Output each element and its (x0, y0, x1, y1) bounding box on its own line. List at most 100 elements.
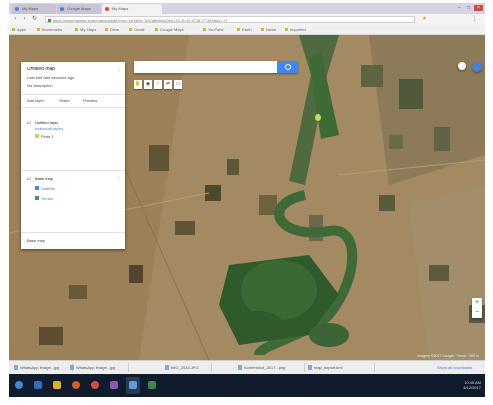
screen: My Maps Google Maps My Maps – □ × ‹ › ↻ … (9, 3, 485, 397)
start-button[interactable] (12, 377, 26, 394)
folder-icon (53, 381, 61, 389)
marker-icon[interactable]: ◆ (144, 80, 152, 89)
layer-options-icon[interactable]: ⋮ (117, 176, 121, 181)
taskbar-app-active[interactable] (126, 377, 140, 394)
layer-item[interactable]: Terrain (41, 196, 53, 201)
download-item[interactable]: Screenshot_2017...png (237, 363, 305, 372)
zoom-control: + − (472, 298, 482, 318)
minimize-button[interactable]: – (455, 5, 464, 11)
last-edit-text: Last edit was seconds ago (27, 75, 75, 80)
layer-style-link[interactable]: Individual styles (35, 126, 63, 131)
reload-button[interactable]: ↻ (31, 16, 38, 23)
layer-checkbox-icon[interactable]: ☑ (27, 120, 31, 125)
bookmark-item[interactable]: Gmail (129, 26, 144, 33)
tab-favicon (15, 7, 19, 11)
map-canvas[interactable]: ✋ ◆ ∕ ⇄ ▭ Untitled map ⋮ Last edit was s… (9, 35, 485, 360)
tab-label: Google Maps (67, 6, 91, 11)
preview-button[interactable]: Preview (83, 98, 97, 103)
line-icon[interactable]: ∕ (154, 80, 162, 89)
ruler-icon[interactable]: ▭ (174, 80, 182, 89)
tab-3-active[interactable]: My Maps (102, 4, 162, 14)
apps-grid-icon[interactable] (458, 62, 466, 70)
download-item[interactable]: map_export.kml (307, 363, 375, 372)
map-description[interactable]: No description (27, 83, 53, 88)
downloads-shelf: WhatsApp Image...jpg WhatsApp Image...jp… (9, 360, 485, 374)
route-icon[interactable]: ⇄ (164, 80, 172, 89)
layer-checkbox-icon[interactable]: ☑ (27, 176, 31, 181)
start-icon (15, 381, 23, 389)
download-item[interactable]: WhatsApp Image...jpg (13, 363, 73, 372)
download-item[interactable]: IMG_2034.JPG (164, 363, 212, 372)
zoom-in-button[interactable]: + (472, 298, 482, 308)
taskbar-app[interactable] (31, 377, 45, 394)
panel-divider (21, 170, 125, 171)
add-layer-button[interactable]: Add layer (27, 98, 44, 103)
download-item[interactable]: WhatsApp Image...jpg (69, 363, 129, 372)
tab-1[interactable]: My Maps (12, 4, 56, 14)
layer-item-color-icon (35, 196, 39, 200)
taskbar-app[interactable] (88, 377, 102, 394)
account-avatar[interactable] (472, 62, 482, 72)
url-text: https://www.google.com/maps/d/edit?mid=1… (53, 18, 228, 23)
bookmark-item[interactable]: YouTube (203, 26, 224, 33)
layer-name[interactable]: Untitled layer (35, 120, 58, 125)
word-icon (148, 381, 156, 389)
bookmark-item[interactable]: Earth (237, 26, 252, 33)
bookmark-item[interactable]: News (261, 26, 276, 33)
tab-label: My Maps (22, 6, 39, 11)
panel-divider (21, 232, 125, 233)
zoom-out-button[interactable]: − (472, 308, 482, 318)
back-button[interactable]: ‹ (12, 16, 19, 23)
photos-icon (129, 381, 137, 389)
bookmark-item[interactable]: Bookmarks (37, 26, 62, 33)
bookmark-item[interactable]: Apps (12, 26, 26, 33)
taskbar-app[interactable] (145, 377, 159, 394)
layer-item-color-icon (35, 134, 39, 138)
layer-item[interactable]: Point 1 (41, 134, 53, 139)
address-bar-row: ‹ › ↻ https://www.google.com/maps/d/edit… (9, 14, 485, 25)
map-placemark[interactable] (315, 114, 321, 121)
base-layer-name[interactable]: Base map (35, 176, 53, 181)
forward-button[interactable]: › (21, 16, 28, 23)
map-title[interactable]: Untitled map (27, 67, 55, 72)
map-search-input[interactable] (134, 61, 274, 73)
tab-favicon (105, 7, 109, 11)
map-search-box[interactable] (134, 61, 298, 73)
taskbar-app[interactable] (69, 377, 83, 394)
clock-date: 4/12/2017 (463, 385, 481, 390)
bookmarks-bar: Apps Bookmarks My Maps Drive Gmail Googl… (9, 25, 485, 35)
system-tray[interactable]: 10:45 AM 4/12/2017 (463, 380, 481, 390)
more-options-icon[interactable]: ⋮ (117, 67, 121, 72)
search-icon (285, 64, 291, 70)
bookmark-item[interactable]: My Maps (75, 26, 96, 33)
tab-2[interactable]: Google Maps (57, 4, 101, 14)
panel-divider (21, 94, 125, 95)
layer-item[interactable]: Satellite (41, 186, 55, 191)
taskbar-app[interactable] (50, 377, 64, 394)
layer-item-color-icon (35, 186, 39, 190)
url-field[interactable]: https://www.google.com/maps/d/edit?mid=1… (45, 16, 415, 23)
chrome-icon (91, 381, 99, 389)
maximize-button[interactable]: □ (464, 5, 473, 11)
show-all-downloads-link[interactable]: Show all downloads (437, 363, 472, 372)
panel-divider (21, 107, 125, 108)
attribution-text: Imagery ©2017 Google · Terms · 200 m (417, 354, 479, 358)
map-layers-panel: Untitled map ⋮ Last edit was seconds ago… (21, 62, 125, 249)
lock-icon (48, 19, 51, 22)
taskbar-app[interactable] (107, 377, 121, 394)
tab-favicon (60, 7, 64, 11)
bookmark-item[interactable]: Drive (105, 26, 119, 33)
share-button[interactable]: Share (59, 98, 70, 103)
paint-icon (110, 381, 118, 389)
close-window-button[interactable]: × (474, 5, 483, 11)
star-icon[interactable]: ★ (421, 16, 428, 23)
media-icon (72, 381, 80, 389)
base-map-toggle[interactable]: Base map (27, 238, 45, 243)
hand-icon[interactable]: ✋ (134, 80, 142, 89)
bookmark-item[interactable]: Imported (285, 26, 306, 33)
bookmark-item[interactable]: Google Maps (155, 26, 184, 33)
map-attribution: Imagery ©2017 Google · Terms · 200 m (9, 353, 485, 360)
explorer-icon (34, 381, 42, 389)
search-button[interactable] (277, 61, 298, 73)
menu-icon[interactable]: ⋮ (471, 16, 478, 23)
